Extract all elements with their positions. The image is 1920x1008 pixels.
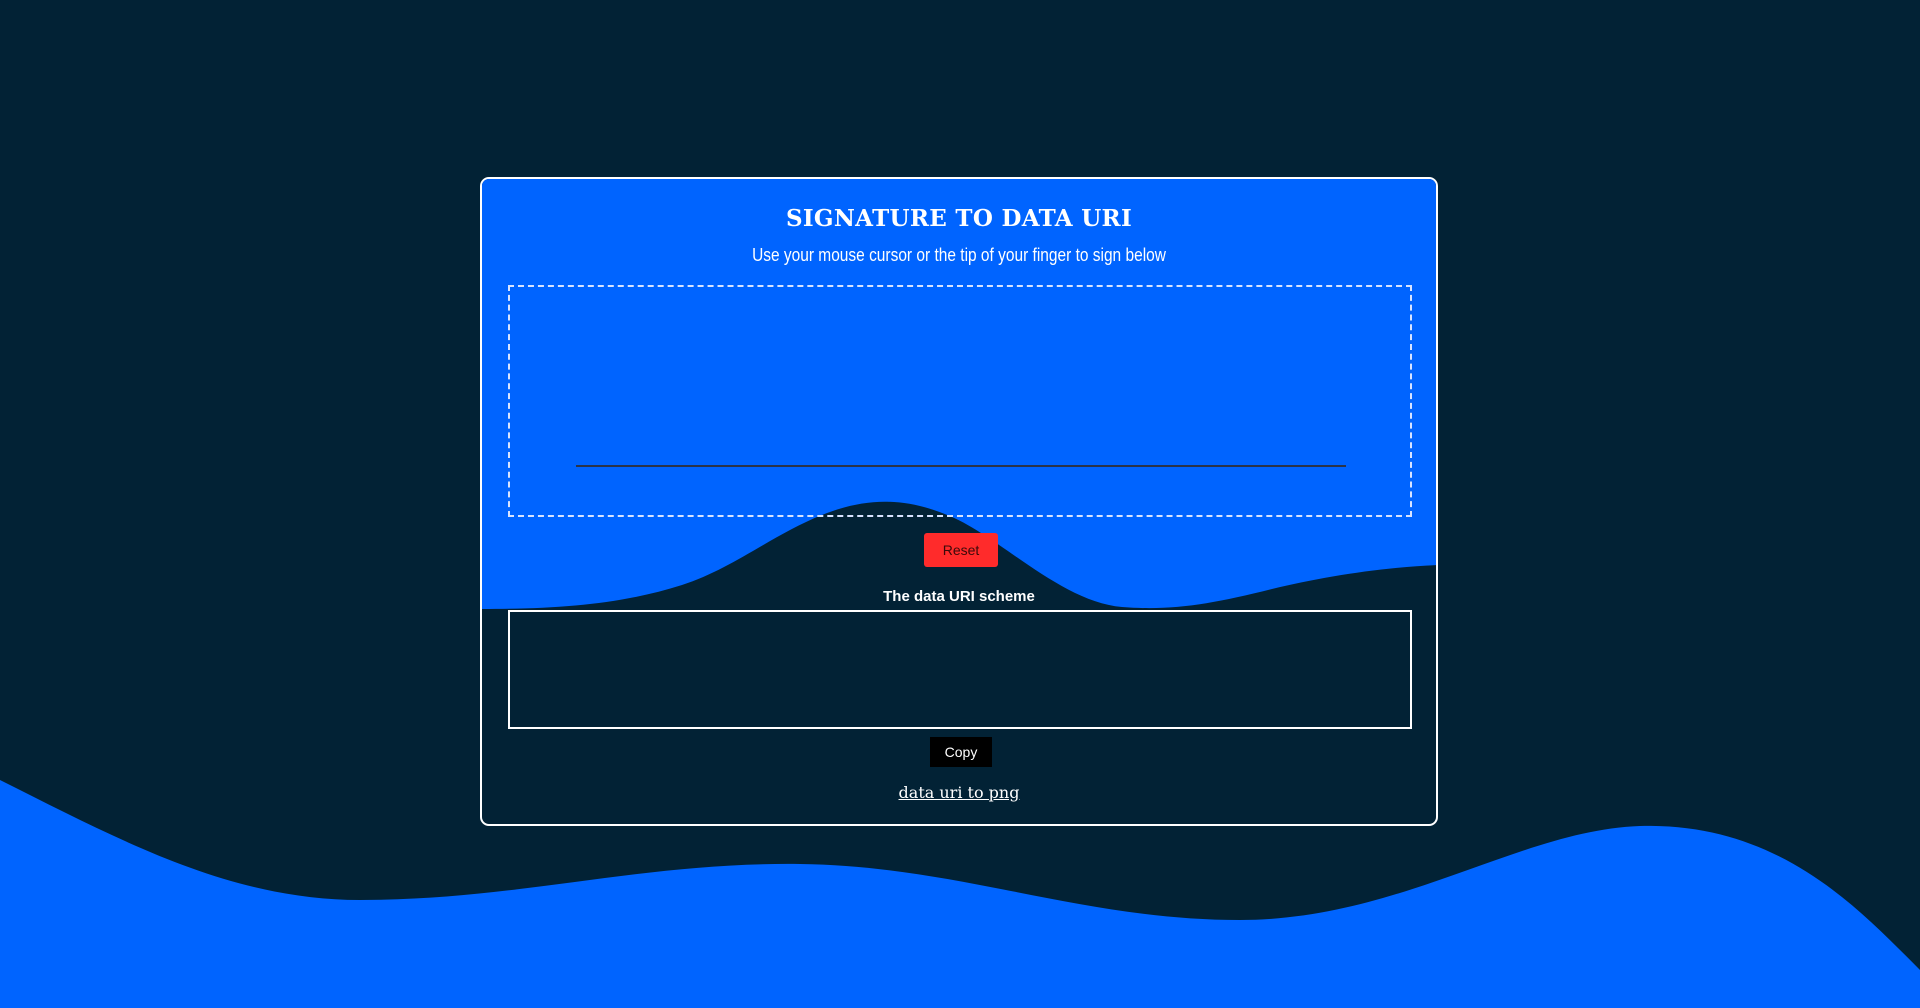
page-subtitle: Use your mouse cursor or the tip of your… bbox=[752, 245, 1166, 265]
page-title: SIGNATURE TO DATA URI bbox=[785, 205, 1133, 232]
footer-link-container: data uri to png bbox=[482, 783, 1436, 802]
reset-button[interactable]: Reset bbox=[924, 533, 998, 567]
data-uri-output[interactable] bbox=[508, 610, 1412, 729]
signature-baseline bbox=[576, 465, 1346, 467]
data-uri-label: The data URI scheme bbox=[883, 588, 1035, 605]
signature-card: SIGNATURE TO DATA URI Use your mouse cur… bbox=[480, 177, 1438, 826]
copy-button[interactable]: Copy bbox=[930, 737, 992, 767]
data-uri-to-png-link[interactable]: data uri to png bbox=[899, 783, 1020, 802]
signature-pad[interactable] bbox=[508, 285, 1412, 517]
